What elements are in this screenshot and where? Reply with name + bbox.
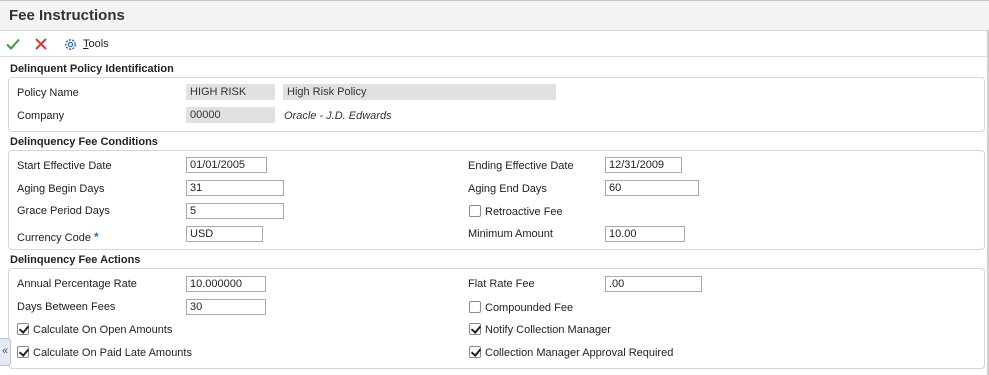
start-effective-date-label: Start Effective Date <box>17 160 112 172</box>
gear-icon <box>63 37 78 52</box>
aging-end-days-label: Aging End Days <box>468 183 547 195</box>
company-field: 00000 <box>186 107 275 123</box>
tools-label: Tools <box>83 38 109 50</box>
policy-name-label: Policy Name <box>17 87 79 99</box>
ok-button[interactable] <box>5 34 21 54</box>
days-between-fees-label: Days Between Fees <box>17 301 116 313</box>
flat-rate-fee-input[interactable] <box>605 276 702 292</box>
aging-begin-days-input[interactable] <box>186 180 284 196</box>
grace-period-days-input[interactable] <box>186 203 284 219</box>
aging-begin-days-label: Aging Begin Days <box>17 183 105 195</box>
notify-collection-manager-checkbox[interactable] <box>469 323 481 335</box>
required-marker: * <box>94 230 99 244</box>
double-chevron-left-icon: « <box>1 345 9 357</box>
flat-rate-fee-label: Flat Rate Fee <box>468 278 535 290</box>
section-heading-fee-actions: Delinquency Fee Actions <box>10 254 141 266</box>
compounded-fee-checkbox[interactable] <box>469 301 481 313</box>
company-label: Company <box>17 110 65 122</box>
ending-effective-date-input[interactable] <box>605 157 682 173</box>
calculate-on-paid-late-amounts-label: Calculate On Paid Late Amounts <box>33 347 192 359</box>
ending-effective-date-label: Ending Effective Date <box>468 160 574 172</box>
checkmark-icon <box>5 36 21 52</box>
days-between-fees-input[interactable] <box>186 299 266 315</box>
minimum-amount-label: Minimum Amount <box>468 228 553 240</box>
section-heading-policy-identification: Delinquent Policy Identification <box>10 63 174 75</box>
notify-collection-manager-label: Notify Collection Manager <box>485 324 611 336</box>
retroactive-fee-checkbox[interactable] <box>469 205 481 217</box>
policy-name-field: HIGH RISK <box>186 84 275 100</box>
calculate-on-open-amounts-checkbox[interactable] <box>17 323 29 335</box>
minimum-amount-input[interactable] <box>605 226 685 242</box>
expand-panel-tab[interactable]: « <box>0 338 11 366</box>
start-effective-date-input[interactable] <box>186 157 267 173</box>
calculate-on-open-amounts-label: Calculate On Open Amounts <box>33 324 173 336</box>
currency-code-input[interactable] <box>186 226 263 242</box>
calculate-on-paid-late-amounts-checkbox[interactable] <box>17 346 29 358</box>
close-icon <box>33 36 49 52</box>
toolbar: Tools <box>0 31 989 57</box>
section-heading-fee-conditions: Delinquency Fee Conditions <box>10 136 158 148</box>
aging-end-days-input[interactable] <box>605 180 699 196</box>
collection-manager-approval-label: Collection Manager Approval Required <box>485 347 674 359</box>
collection-manager-approval-checkbox[interactable] <box>469 346 481 358</box>
cancel-button[interactable] <box>33 34 49 54</box>
retroactive-fee-label: Retroactive Fee <box>485 206 563 218</box>
company-name: Oracle - J.D. Edwards <box>284 110 392 122</box>
annual-percentage-rate-label: Annual Percentage Rate <box>17 278 137 290</box>
grace-period-days-label: Grace Period Days <box>17 205 110 217</box>
annual-percentage-rate-input[interactable] <box>186 276 266 292</box>
currency-code-label: Currency Code * <box>17 230 99 244</box>
page-title: Fee Instructions <box>9 7 125 24</box>
compounded-fee-label: Compounded Fee <box>485 302 574 314</box>
title-bar: Fee Instructions <box>0 0 989 31</box>
tools-button[interactable]: Tools <box>63 34 109 54</box>
policy-description-field: High Risk Policy <box>283 84 556 100</box>
